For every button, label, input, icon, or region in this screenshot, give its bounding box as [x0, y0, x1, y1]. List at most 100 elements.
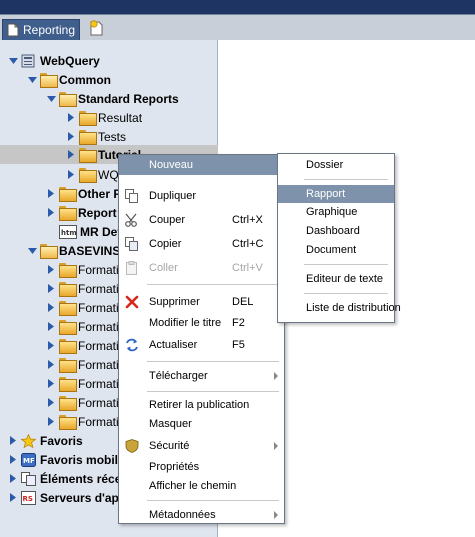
collapsed-arrow-icon[interactable]: [46, 284, 56, 294]
tree-item-report[interactable]: Report: [46, 203, 117, 222]
submenu-arrow-icon: [274, 442, 278, 450]
menu-separator: [147, 391, 279, 392]
submenu-item-rapport[interactable]: Rapport: [278, 185, 394, 203]
new-submenu: Dossier Rapport Graphique Dashboard Docu…: [277, 153, 401, 323]
tree-item-tests[interactable]: Tests: [66, 127, 126, 146]
collapsed-arrow-icon[interactable]: [46, 379, 56, 389]
folder-icon: [59, 301, 77, 316]
submenu-item-liste-distribution[interactable]: Liste de distribution: [278, 299, 401, 317]
collapsed-arrow-icon[interactable]: [46, 398, 56, 408]
menu-separator: [147, 361, 279, 362]
menu-item-copier[interactable]: Copier Ctrl+C: [119, 234, 284, 254]
collapsed-arrow-icon[interactable]: [8, 436, 18, 446]
collapsed-arrow-icon[interactable]: [46, 417, 56, 427]
tree-item-elements-recents[interactable]: Éléments réce: [8, 469, 121, 488]
tree-item-label: Standard Reports: [78, 91, 179, 106]
tree-item-formation[interactable]: Formatio: [46, 355, 125, 374]
folder-icon: [59, 282, 77, 297]
tab-label: Reporting: [23, 23, 76, 37]
submenu-item-label: Dossier: [306, 159, 344, 171]
tree-item-common[interactable]: Common: [27, 70, 111, 89]
tree-item-resultat[interactable]: Resultat: [66, 108, 142, 127]
tree-item-formation[interactable]: Formatio: [46, 374, 125, 393]
menu-item-securite[interactable]: Sécurité: [119, 436, 284, 456]
collapsed-arrow-icon[interactable]: [46, 341, 56, 351]
tree-item-label: Other R: [78, 186, 123, 201]
submenu-item-document[interactable]: Document: [278, 241, 394, 259]
menu-item-telecharger[interactable]: Télécharger: [119, 366, 284, 386]
menu-item-supprimer[interactable]: Supprimer DEL: [119, 292, 284, 312]
folder-icon: [79, 111, 97, 126]
collapsed-arrow-icon[interactable]: [46, 303, 56, 313]
paste-icon: [126, 261, 137, 275]
menu-item-masquer[interactable]: Masquer: [119, 414, 284, 434]
submenu-item-dashboard[interactable]: Dashboard: [278, 222, 394, 240]
menu-item-shortcut: Ctrl+C: [232, 238, 264, 250]
tree-item-serveurs[interactable]: RS Serveurs d'ap: [8, 488, 119, 507]
submenu-item-dossier[interactable]: Dossier: [278, 156, 394, 174]
collapsed-arrow-icon[interactable]: [46, 360, 56, 370]
tree-item-formation[interactable]: Formatio: [46, 317, 125, 336]
menu-item-proprietes[interactable]: Propriétés: [119, 457, 284, 477]
tree-item-other-reports[interactable]: Other R: [46, 184, 122, 203]
menu-item-dupliquer[interactable]: Dupliquer: [119, 186, 284, 206]
menu-item-label: Propriétés: [149, 461, 200, 473]
tree-item-formation[interactable]: Formatio: [46, 336, 125, 355]
menu-item-afficher-chemin[interactable]: Afficher le chemin: [119, 476, 284, 496]
menu-item-nouveau[interactable]: Nouveau: [119, 155, 284, 175]
collapsed-arrow-icon[interactable]: [46, 208, 56, 218]
menu-item-retirer-publication[interactable]: Retirer la publication: [119, 395, 284, 415]
collapsed-arrow-icon[interactable]: [46, 322, 56, 332]
collapsed-arrow-icon[interactable]: [8, 493, 18, 503]
menu-separator: [147, 284, 279, 285]
collapsed-arrow-icon[interactable]: [66, 150, 76, 160]
tree-item-basevins[interactable]: BASEVINS: [27, 241, 120, 260]
collapsed-arrow-icon[interactable]: [66, 113, 76, 123]
menu-item-coller[interactable]: Coller Ctrl+V: [119, 258, 284, 278]
expanded-arrow-icon[interactable]: [27, 75, 37, 85]
menu-item-metadonnees[interactable]: Métadonnées: [119, 505, 284, 525]
tree-item-formation[interactable]: Formatio: [46, 279, 125, 298]
folder-icon: [59, 263, 77, 278]
menu-item-couper[interactable]: Couper Ctrl+X: [119, 210, 284, 230]
tree-item-label: Tests: [98, 129, 127, 144]
new-page-icon[interactable]: [90, 20, 104, 36]
tree-item-favoris-mobile[interactable]: MF Favoris mobile: [8, 450, 125, 469]
submenu-item-graphique[interactable]: Graphique: [278, 203, 394, 221]
menu-item-shortcut: Ctrl+V: [232, 262, 263, 274]
collapsed-arrow-icon[interactable]: [66, 132, 76, 142]
tree-item-webquery[interactable]: WebQuery: [8, 51, 100, 70]
submenu-item-label: Dashboard: [306, 225, 360, 237]
expanded-arrow-icon[interactable]: [27, 246, 37, 256]
tree-item-formation[interactable]: Formatio: [46, 412, 125, 431]
tree-item-label: Favoris mobile: [40, 452, 125, 467]
tree-item-label: MR Def: [80, 224, 122, 239]
collapsed-arrow-icon[interactable]: [8, 474, 18, 484]
collapsed-arrow-icon[interactable]: [46, 189, 56, 199]
menu-separator: [304, 179, 388, 180]
tree-item-wq[interactable]: WQ: [66, 165, 119, 184]
expanded-arrow-icon[interactable]: [8, 56, 18, 66]
menu-item-shortcut: Ctrl+X: [232, 214, 263, 226]
tree-item-standard-reports[interactable]: Standard Reports: [46, 89, 179, 108]
menu-item-modifier-titre[interactable]: Modifier le titre F2: [119, 313, 284, 333]
tree-item-formation[interactable]: Formatio: [46, 298, 125, 317]
folder-icon: [59, 358, 77, 373]
star-icon: [20, 433, 37, 448]
tree-item-favoris[interactable]: Favoris: [8, 431, 83, 450]
folder-open-icon: [59, 92, 77, 107]
menu-item-label: Supprimer: [149, 296, 200, 308]
submenu-item-editeur-texte[interactable]: Editeur de texte: [278, 270, 394, 288]
tree-item-formation[interactable]: Formatio: [46, 393, 125, 412]
mobile-favorites-icon: MF: [21, 452, 37, 467]
collapsed-arrow-icon[interactable]: [66, 170, 76, 180]
menu-item-actualiser[interactable]: Actualiser F5: [119, 335, 284, 355]
folder-icon: [59, 396, 77, 411]
tree-item-formation[interactable]: Formatio: [46, 260, 125, 279]
tab-reporting[interactable]: Reporting: [2, 19, 80, 40]
collapsed-arrow-icon[interactable]: [8, 455, 18, 465]
expanded-arrow-icon[interactable]: [46, 94, 56, 104]
collapsed-arrow-icon[interactable]: [46, 265, 56, 275]
menu-item-shortcut: F2: [232, 317, 245, 329]
tree-item-mr-def[interactable]: htm MR Def: [59, 222, 121, 241]
